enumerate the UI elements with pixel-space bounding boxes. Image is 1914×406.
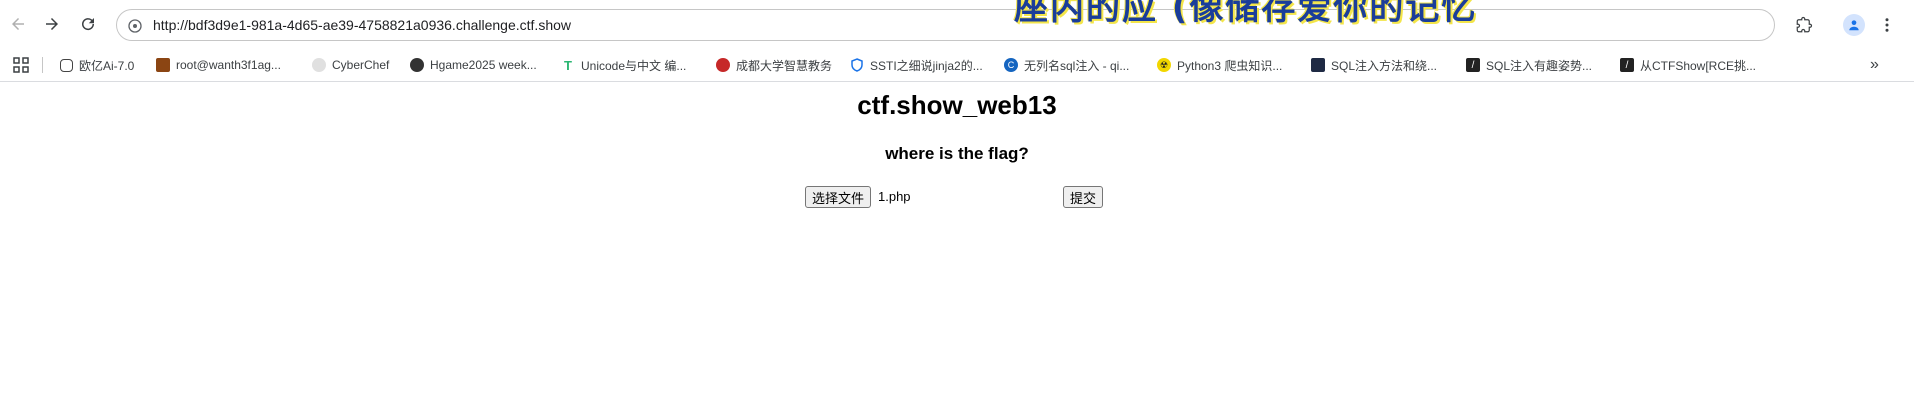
puzzle-icon	[1796, 16, 1813, 33]
address-bar[interactable]: http://bdf3d9e1-981a-4d65-ae39-4758821a0…	[116, 9, 1775, 41]
submit-button[interactable]: 提交	[1063, 186, 1104, 208]
bookmark-label: root@wanth3f1ag...	[176, 58, 281, 72]
bookmark-item[interactable]: SQL注入方法和绕...	[1311, 55, 1437, 75]
bookmark-label: SQL注入有趣姿势...	[1486, 58, 1593, 73]
back-button[interactable]	[4, 10, 32, 38]
url-text[interactable]: http://bdf3d9e1-981a-4d65-ae39-4758821a0…	[153, 17, 571, 33]
bookmark-label: Hgame2025 week...	[430, 58, 537, 72]
bookmark-item[interactable]: ☢ Python3 爬虫知识...	[1157, 55, 1282, 75]
shield-icon	[850, 58, 864, 72]
bookmark-label: Unicode与中文 编...	[581, 58, 687, 73]
arrow-right-icon	[46, 18, 58, 30]
slash-icon: /	[1620, 58, 1634, 72]
bookmark-label: 无列名sql注入 - qi...	[1024, 58, 1130, 73]
bookmarks-bar: 欧亿Ai-7.0 root@wanth3f1ag... CyberChef Hg…	[0, 48, 1914, 82]
page-title: ctf.show_web13	[857, 90, 1057, 120]
kebab-menu-icon	[1885, 18, 1889, 32]
dark-square-icon	[1311, 58, 1325, 72]
bookmark-label: 欧亿Ai-7.0	[79, 58, 135, 73]
bookmark-item[interactable]: CyberChef	[312, 55, 389, 75]
apps-grid-icon[interactable]	[12, 56, 30, 74]
chef-hat-icon	[312, 58, 326, 72]
page-subtitle: where is the flag?	[885, 144, 1029, 163]
person-icon	[410, 58, 424, 72]
slash-icon: /	[1466, 58, 1480, 72]
bookmark-label: CyberChef	[332, 58, 390, 72]
circle-c-icon: C	[1004, 58, 1018, 72]
choose-file-button[interactable]: 选择文件	[805, 186, 872, 208]
forward-button[interactable]	[38, 10, 66, 38]
bookmark-item[interactable]: / SQL注入有趣姿势...	[1466, 55, 1592, 75]
bookmark-item[interactable]: / 从CTFShow[RCE挑...	[1620, 55, 1756, 75]
school-icon	[716, 58, 730, 72]
bookmark-item[interactable]: SSTI之细说jinja2的...	[850, 55, 983, 75]
bookmark-item[interactable]: Hgame2025 week...	[410, 55, 537, 75]
bookmark-label: 从CTFShow[RCE挑...	[1640, 58, 1757, 73]
bookmark-label: Python3 爬虫知识...	[1177, 58, 1283, 73]
avatar-icon	[156, 58, 170, 72]
arrow-left-icon	[12, 18, 24, 30]
bookmark-item[interactable]: 成都大学智慧教务	[716, 55, 832, 75]
page-content: ctf.show_web13 where is the flag? 选择文件 1…	[0, 82, 1914, 406]
menu-button[interactable]	[1874, 12, 1900, 38]
browser-toolbar: http://bdf3d9e1-981a-4d65-ae39-4758821a0…	[0, 0, 1914, 48]
bookmark-label: SQL注入方法和绕...	[1331, 58, 1438, 73]
bookmark-item[interactable]: C 无列名sql注入 - qi...	[1004, 55, 1129, 75]
bookmark-item[interactable]: root@wanth3f1ag...	[156, 55, 281, 75]
site-info-icon[interactable]	[125, 16, 145, 36]
more-bookmarks-chevron-icon[interactable]: »	[1870, 56, 1879, 74]
chat-icon	[60, 58, 73, 72]
profile-button[interactable]	[1841, 12, 1867, 38]
profile-avatar-icon	[1843, 14, 1865, 36]
bookmark-item[interactable]: 欧亿Ai-7.0	[60, 55, 134, 75]
bookmark-label: 成都大学智慧教务	[736, 58, 833, 73]
bookmarks-divider	[42, 57, 43, 73]
reload-icon	[82, 18, 95, 31]
reload-button[interactable]	[74, 10, 102, 38]
t-icon: T	[564, 57, 572, 73]
hazard-icon: ☢	[1157, 58, 1171, 72]
bookmark-label: SSTI之细说jinja2的...	[870, 58, 983, 73]
bookmark-item[interactable]: T Unicode与中文 编...	[561, 55, 686, 75]
extensions-button[interactable]	[1791, 12, 1817, 38]
selected-file-name: 1.php	[878, 189, 911, 204]
